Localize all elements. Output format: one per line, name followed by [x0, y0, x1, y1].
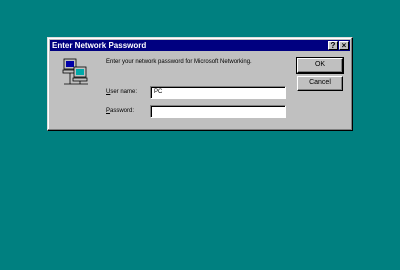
title-bar[interactable]: Enter Network Password ? × — [50, 40, 350, 51]
close-button[interactable]: × — [339, 41, 349, 50]
username-label-text: ser name: — [110, 89, 138, 95]
username-input[interactable]: PC — [150, 86, 286, 99]
prompt-text: Enter your network password for Microsof… — [106, 59, 252, 65]
network-password-dialog: Enter Network Password ? × Enter your ne… — [47, 37, 353, 131]
network-computers-icon — [62, 58, 88, 85]
username-label: User name: — [106, 89, 137, 95]
dialog-title: Enter Network Password — [52, 41, 147, 50]
password-label: Password: — [106, 108, 134, 114]
password-input[interactable] — [150, 105, 286, 118]
cancel-button[interactable]: Cancel — [297, 76, 343, 91]
ok-button[interactable]: OK — [296, 57, 344, 74]
help-button[interactable]: ? — [328, 41, 338, 50]
password-label-text: assword: — [110, 108, 135, 114]
